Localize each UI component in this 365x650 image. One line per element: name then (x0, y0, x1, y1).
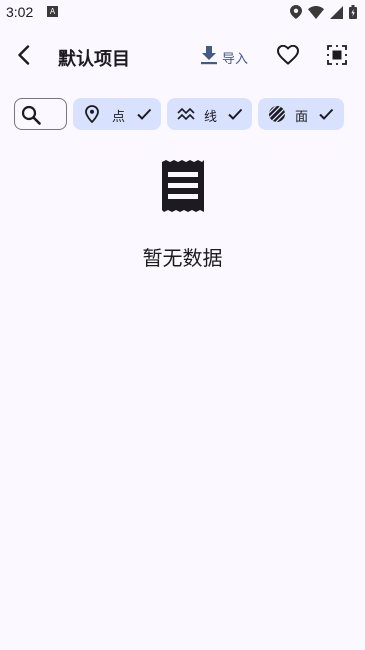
polyline-icon (177, 105, 195, 123)
filter-chip-polygon[interactable]: 面 (258, 98, 344, 130)
filter-chip-label: 线 (204, 110, 218, 125)
back-arrow-icon (17, 45, 31, 69)
empty-message: 暂无数据 (142, 246, 223, 270)
signal-icon (330, 5, 343, 19)
location-icon (290, 5, 302, 19)
status-bar: 3:02 A (0, 0, 365, 26)
filter-chip-label: 点 (112, 110, 126, 125)
app-bar: 默认项目 导入 (0, 34, 365, 80)
check-icon (227, 106, 243, 122)
notification-badge: A (47, 6, 58, 17)
select-all-button[interactable] (325, 45, 349, 69)
heart-icon (276, 44, 300, 69)
back-button[interactable] (10, 43, 38, 71)
favorite-button[interactable] (276, 44, 300, 69)
download-icon (200, 45, 218, 69)
wifi-icon (308, 5, 324, 19)
check-icon (136, 106, 152, 122)
page-title: 默认项目 (58, 49, 130, 70)
status-icons (290, 4, 357, 20)
battery-icon (349, 5, 357, 19)
location-pin-icon (83, 105, 101, 123)
filter-chip-line[interactable]: 线 (167, 98, 252, 130)
check-icon (318, 106, 334, 122)
filter-chip-point[interactable]: 点 (73, 98, 161, 130)
search-button[interactable] (14, 98, 67, 130)
receipt-icon (160, 160, 206, 212)
filter-chip-label: 面 (295, 110, 309, 125)
import-label: 导入 (222, 51, 249, 67)
select-all-icon (327, 45, 347, 69)
polygon-hatch-icon (268, 105, 286, 123)
import-button[interactable]: 导入 (200, 45, 248, 69)
status-time: 3:02 (6, 4, 34, 20)
